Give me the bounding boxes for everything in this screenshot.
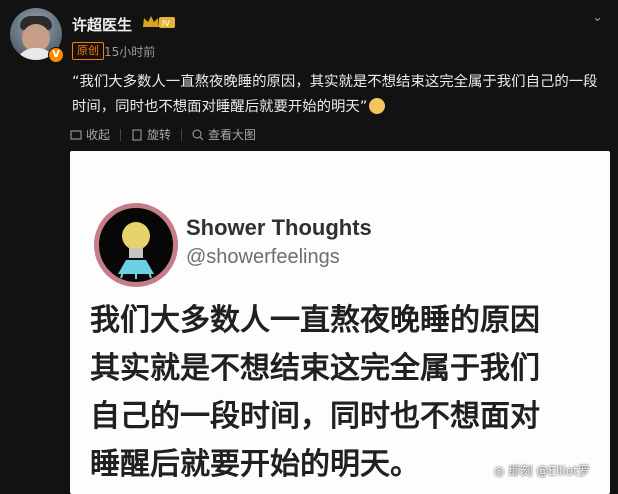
view-large-button[interactable]: 查看大图 [192,126,256,143]
quote-text: 我们大多数人一直熬夜晚睡的原因 其实就是不想结束这完全属于我们 自己的一段时间，… [90,297,600,489]
account-name: Shower Thoughts [186,215,372,240]
collapse-label: 收起 [86,128,111,142]
jike-logo-icon: ◎ [494,463,505,478]
crown-icon: IV [143,16,175,28]
shower-thoughts-logo-icon [94,203,178,287]
emoji-icon [369,98,386,114]
quote-line: 其实就是不想结束这完全属于我们 [90,351,540,386]
lightbulb-shower-icon [118,222,154,279]
post-text: “我们大多数人一直熬夜晚睡的原因，其实就是不想结束这完全属于我们自己的一段时间，… [72,74,598,115]
image-actions: 收起 旋转 查看大图 [70,126,256,143]
post-content: “我们大多数人一直熬夜晚睡的原因，其实就是不想结束这完全属于我们自己的一段时间，… [72,70,602,120]
verified-badge-icon: V [48,47,64,63]
timestamp: 15小时前 [104,45,156,59]
watermark: ◎ 即刻 @Elliot罗 [494,462,590,479]
account-handle: @showerfeelings [186,246,340,268]
collapse-button[interactable]: 收起 [70,126,110,143]
chevron-down-icon[interactable]: ⌄ [592,10,603,25]
quote-line: 我们大多数人一直熬夜晚睡的原因 [90,303,540,338]
collapse-icon [70,130,82,139]
view-large-label: 查看大图 [208,128,257,142]
post-image[interactable]: Shower Thoughts @showerfeelings 我们大多数人一直… [70,151,610,494]
zoom-icon [192,129,204,140]
quote-line: 自己的一段时间，同时也不想面对 [90,399,540,434]
watermark-text: 即刻 @Elliot罗 [508,464,590,478]
username[interactable]: 许超医生 [72,14,132,35]
rotate-label: 旋转 [147,128,172,142]
rotate-icon [132,129,142,140]
level-badge: IV [162,19,170,28]
rotate-button[interactable]: 旋转 [131,126,171,143]
original-tag: 原创 [72,42,104,60]
